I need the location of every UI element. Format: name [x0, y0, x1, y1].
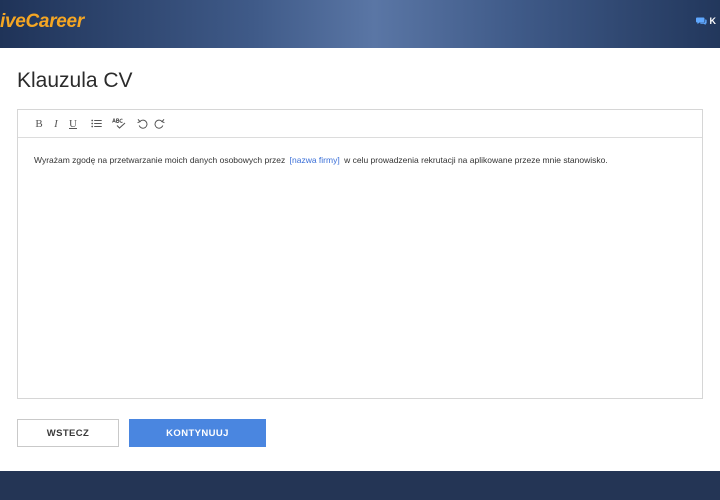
help-link[interactable]: K	[695, 16, 717, 26]
spellcheck-icon[interactable]	[112, 116, 126, 132]
logo[interactable]: iveCareer	[0, 11, 84, 33]
clause-text-start: Wyrażam zgodę na przetwarzanie moich dan…	[34, 155, 286, 165]
list-icon[interactable]	[89, 116, 103, 132]
underline-button[interactable]: U	[66, 116, 80, 132]
editor-content[interactable]: Wyrażam zgodę na przetwarzanie moich dan…	[18, 138, 702, 166]
editor-toolbar: B I U	[18, 110, 702, 138]
italic-button[interactable]: I	[49, 116, 63, 132]
company-name-placeholder: [nazwa firmy]	[289, 155, 340, 165]
bold-button[interactable]: B	[32, 116, 46, 132]
page-title: Klauzula CV	[17, 69, 133, 92]
undo-icon[interactable]	[135, 116, 149, 132]
chat-icon	[695, 16, 707, 26]
footer-bar	[0, 471, 720, 500]
rich-text-editor: B I U Wyrażam zgodę na przetwarzanie moi…	[17, 109, 703, 399]
clause-text-end: w celu prowadzenia rekrutacji na aplikow…	[344, 155, 608, 165]
back-button[interactable]: WSTECZ	[17, 419, 119, 447]
continue-button[interactable]: KONTYNUUJ	[129, 419, 266, 447]
help-label: K	[709, 16, 717, 26]
redo-icon[interactable]	[152, 116, 166, 132]
top-navigation-bar: iveCareer K	[0, 0, 720, 48]
